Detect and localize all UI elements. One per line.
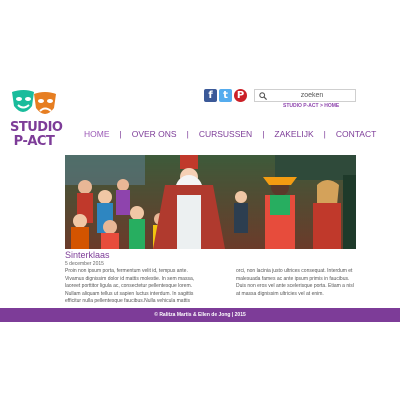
nav-home[interactable]: HOME (84, 129, 110, 139)
nav-separator: | (119, 129, 122, 139)
sinterklaas-photo (65, 155, 356, 249)
breadcrumb-site[interactable]: STUDIO P-ACT (283, 103, 319, 109)
search-input[interactable] (269, 90, 355, 101)
studio-pact-logo[interactable]: STUDIO P-ACT (10, 88, 63, 160)
theatre-masks-icon (12, 90, 56, 114)
nav-over-ons[interactable]: OVER ONS (132, 129, 177, 139)
breadcrumb: STUDIO P-ACT > HOME (283, 103, 339, 109)
article-text-column-1: Proin non ipsum porta, fermentum velit i… (65, 268, 195, 304)
nav-separator: | (186, 129, 189, 139)
logo-text: STUDIO P-ACT (10, 120, 63, 149)
pinterest-icon[interactable]: P (234, 89, 247, 102)
nav-cursussen[interactable]: CURSUSSEN (199, 129, 252, 139)
facebook-icon[interactable]: f (204, 89, 217, 102)
nav-contact[interactable]: CONTACT (336, 129, 376, 139)
nav-separator: | (323, 129, 326, 139)
footer: © Ralitza Martis & Ellen de Jong | 2015 (0, 308, 400, 322)
breadcrumb-separator: > (319, 103, 323, 109)
article-date: 5 december 2015 (65, 261, 104, 267)
social-links: f t P (204, 89, 247, 102)
hero-photo (65, 155, 356, 249)
main-nav: HOME | OVER ONS | CURSUSSEN | ZAKELIJK |… (84, 129, 376, 139)
article-text-column-2: orci, non lacinia justo ultrices consequ… (236, 268, 354, 297)
search-icon[interactable] (257, 90, 269, 102)
article-title[interactable]: Sinterklaas (65, 250, 110, 260)
search-box (254, 89, 356, 102)
nav-separator: | (262, 129, 265, 139)
twitter-icon[interactable]: t (219, 89, 232, 102)
logo-line-1: STUDIO (10, 120, 63, 135)
breadcrumb-page: HOME (324, 103, 340, 109)
nav-zakelijk[interactable]: ZAKELIJK (274, 129, 313, 139)
footer-credit: © Ralitza Martis & Ellen de Jong | 2015 (154, 312, 246, 318)
logo-line-2: P-ACT (13, 134, 55, 149)
